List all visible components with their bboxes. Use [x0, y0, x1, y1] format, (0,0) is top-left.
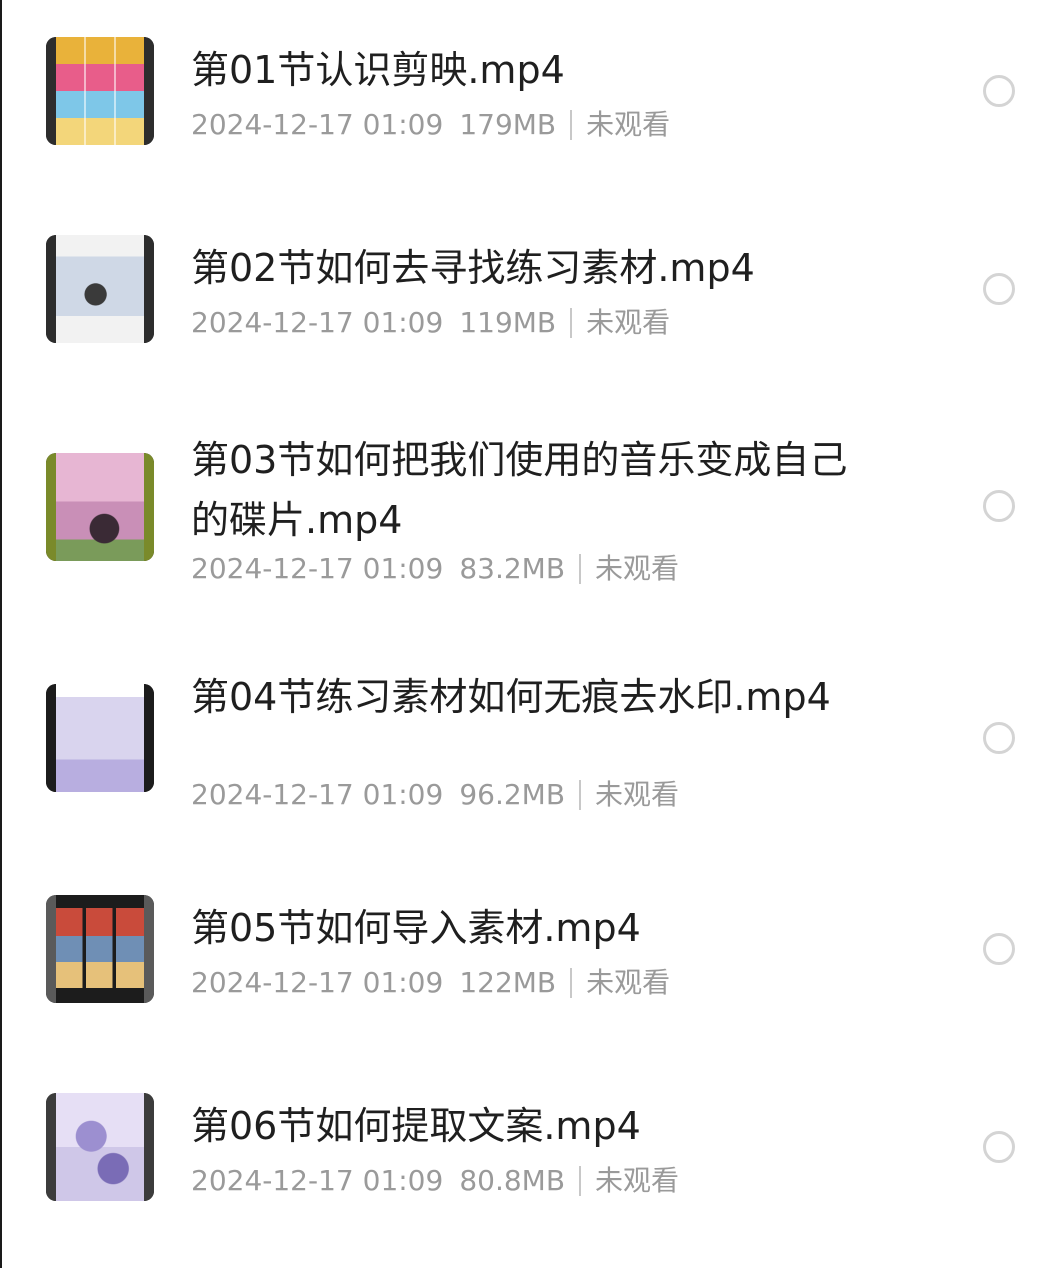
video-date: 2024-12-17 01:09: [191, 552, 444, 585]
video-title: 第04节练习素材如何无痕去水印.mp4: [191, 675, 831, 719]
video-size: 122MB: [459, 966, 557, 999]
video-meta: 2024-12-17 01:09 83.2MB 未观看: [191, 549, 679, 589]
list-item[interactable]: 第01节认识剪映.mp4 2024-12-17 01:09 179MB 未观看: [0, 0, 1064, 180]
meta-separator: [570, 110, 573, 140]
video-title: 第06节如何提取文案.mp4: [191, 1104, 641, 1148]
video-thumbnail[interactable]: [46, 895, 154, 1003]
video-date: 2024-12-17 01:09: [191, 966, 444, 999]
meta-separator: [579, 780, 582, 810]
video-size: 96.2MB: [459, 778, 566, 811]
list-item[interactable]: 第06节如何提取文案.mp4 2024-12-17 01:09 80.8MB 未…: [0, 1056, 1064, 1236]
list-item[interactable]: 第03节如何把我们使用的音乐变成自己的碟片.mp4 2024-12-17 01:…: [0, 396, 1064, 616]
video-thumbnail[interactable]: [46, 1093, 154, 1201]
meta-separator: [570, 968, 573, 998]
video-thumbnail[interactable]: [46, 37, 154, 145]
video-meta: 2024-12-17 01:09 122MB 未观看: [191, 963, 670, 1003]
watch-status: 未观看: [595, 552, 680, 585]
list-item[interactable]: 第05节如何导入素材.mp4 2024-12-17 01:09 122MB 未观…: [0, 858, 1064, 1038]
watch-status: 未观看: [586, 108, 671, 141]
select-radio[interactable]: [983, 490, 1015, 522]
select-radio[interactable]: [983, 722, 1015, 754]
meta-separator: [579, 554, 582, 584]
video-date: 2024-12-17 01:09: [191, 108, 444, 141]
video-title: 第05节如何导入素材.mp4: [191, 906, 641, 950]
video-thumbnail[interactable]: [46, 684, 154, 792]
video-title: 第02节如何去寻找练习素材.mp4: [191, 246, 755, 290]
watch-status: 未观看: [595, 778, 680, 811]
list-item[interactable]: 第02节如何去寻找练习素材.mp4 2024-12-17 01:09 119MB…: [0, 198, 1064, 378]
video-size: 80.8MB: [459, 1164, 566, 1197]
select-radio[interactable]: [983, 75, 1015, 107]
video-thumbnail[interactable]: [46, 235, 154, 343]
video-title: 第03节如何把我们使用的音乐变成自己的碟片.mp4: [191, 438, 848, 542]
video-size: 83.2MB: [459, 552, 566, 585]
video-meta: 2024-12-17 01:09 119MB 未观看: [191, 303, 670, 343]
select-radio[interactable]: [983, 273, 1015, 305]
meta-separator: [579, 1166, 582, 1196]
video-meta: 2024-12-17 01:09 96.2MB 未观看: [191, 775, 679, 815]
video-size: 179MB: [459, 108, 557, 141]
meta-separator: [570, 308, 573, 338]
watch-status: 未观看: [586, 966, 671, 999]
video-date: 2024-12-17 01:09: [191, 778, 444, 811]
video-thumbnail[interactable]: [46, 453, 154, 561]
video-size: 119MB: [459, 306, 557, 339]
select-radio[interactable]: [983, 1131, 1015, 1163]
video-meta: 2024-12-17 01:09 179MB 未观看: [191, 105, 670, 145]
video-title: 第01节认识剪映.mp4: [191, 48, 565, 92]
watch-status: 未观看: [586, 306, 671, 339]
video-date: 2024-12-17 01:09: [191, 1164, 444, 1197]
video-date: 2024-12-17 01:09: [191, 306, 444, 339]
video-meta: 2024-12-17 01:09 80.8MB 未观看: [191, 1161, 679, 1201]
select-radio[interactable]: [983, 933, 1015, 965]
list-item[interactable]: 第04节练习素材如何无痕去水印.mp4 2024-12-17 01:09 96.…: [0, 638, 1064, 848]
watch-status: 未观看: [595, 1164, 680, 1197]
